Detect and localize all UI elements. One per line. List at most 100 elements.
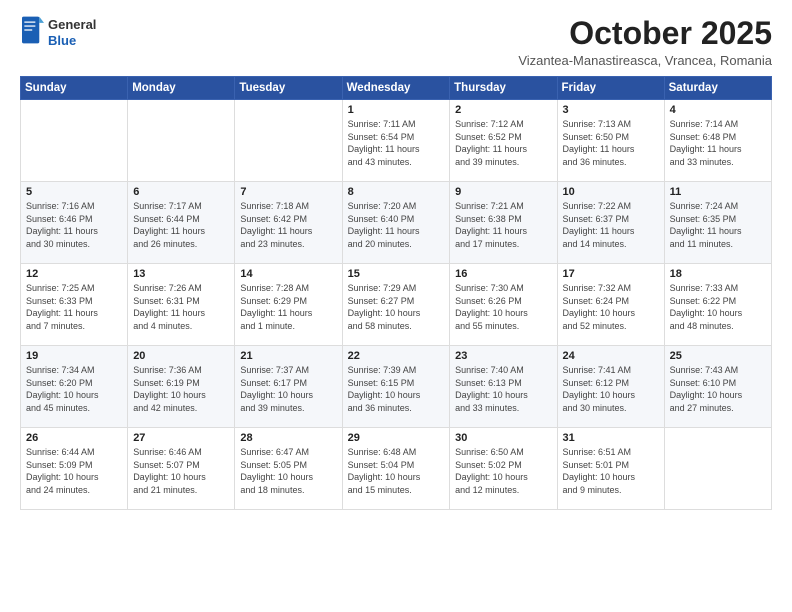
day-info: Sunrise: 6:48 AM Sunset: 5:04 PM Dayligh… xyxy=(348,446,445,496)
day-number: 14 xyxy=(240,268,336,280)
col-monday: Monday xyxy=(128,77,235,100)
calendar-cell: 26Sunrise: 6:44 AM Sunset: 5:09 PM Dayli… xyxy=(21,428,128,510)
calendar-cell: 6 Sunrise: 7:17 AM Sunset: 6:44 PM Daylig… xyxy=(128,182,235,264)
col-sunday: Sunday xyxy=(21,77,128,100)
day-number: 6 xyxy=(133,186,229,198)
calendar-cell: 16 Sunrise: 7:30 AM Sunset: 6:26 PM Dayli… xyxy=(450,264,557,346)
day-info: Sunrise: 7:12 AM Sunset: 6:52 PM Dayligh… xyxy=(455,118,551,168)
calendar-cell: 28 Sunrise: 6:47 AM Sunset: 5:05 PM Dayli… xyxy=(235,428,342,510)
day-info: Sunrise: 7:17 AM Sunset: 6:44 PM Dayligh… xyxy=(133,200,229,250)
day-info: Sunrise: 7:36 AM Sunset: 6:19 PM Dayligh… xyxy=(133,364,229,414)
col-wednesday: Wednesday xyxy=(342,77,450,100)
day-number: 7 xyxy=(240,186,336,198)
calendar-cell: 17 Sunrise: 7:32 AM Sunset: 6:24 PM Dayli… xyxy=(557,264,664,346)
calendar-cell: 1 Sunrise: 7:11 AM Sunset: 6:54 PM Daylig… xyxy=(342,100,450,182)
day-info: Sunrise: 6:47 AM Sunset: 5:05 PM Dayligh… xyxy=(240,446,336,496)
calendar-cell: 10 Sunrise: 7:22 AM Sunset: 6:37 PM Dayli… xyxy=(557,182,664,264)
logo-general-text: General xyxy=(48,17,96,32)
week-row-3: 12 Sunrise: 7:25 AM Sunset: 6:33 PM Dayli… xyxy=(21,264,772,346)
calendar-cell: 5 Sunrise: 7:16 AM Sunset: 6:46 PM Daylig… xyxy=(21,182,128,264)
col-tuesday: Tuesday xyxy=(235,77,342,100)
day-info: Sunrise: 6:50 AM Sunset: 5:02 PM Dayligh… xyxy=(455,446,551,496)
calendar-cell: 2 Sunrise: 7:12 AM Sunset: 6:52 PM Daylig… xyxy=(450,100,557,182)
header: General Blue October 2025 Vizantea-Manas… xyxy=(20,16,772,68)
day-info: Sunrise: 7:22 AM Sunset: 6:37 PM Dayligh… xyxy=(563,200,659,250)
calendar-cell: 29 Sunrise: 6:48 AM Sunset: 5:04 PM Dayli… xyxy=(342,428,450,510)
week-row-1: 1 Sunrise: 7:11 AM Sunset: 6:54 PM Daylig… xyxy=(21,100,772,182)
day-number: 19 xyxy=(26,350,122,362)
calendar-cell: 31 Sunrise: 6:51 AM Sunset: 5:01 PM Dayli… xyxy=(557,428,664,510)
calendar-cell xyxy=(21,100,128,182)
logo-icon xyxy=(22,16,44,44)
day-number: 13 xyxy=(133,268,229,280)
day-number: 2 xyxy=(455,104,551,116)
day-number: 17 xyxy=(563,268,659,280)
day-number: 9 xyxy=(455,186,551,198)
day-number: 11 xyxy=(670,186,766,198)
calendar-cell: 4Sunrise: 7:14 AM Sunset: 6:48 PM Daylig… xyxy=(664,100,771,182)
calendar-cell: 21 Sunrise: 7:37 AM Sunset: 6:17 PM Dayli… xyxy=(235,346,342,428)
day-number: 30 xyxy=(455,432,551,444)
logo: General Blue xyxy=(20,16,96,49)
calendar-cell: 15Sunrise: 7:29 AM Sunset: 6:27 PM Dayli… xyxy=(342,264,450,346)
day-number: 23 xyxy=(455,350,551,362)
day-number: 31 xyxy=(563,432,659,444)
calendar-cell: 19 Sunrise: 7:34 AM Sunset: 6:20 PM Dayli… xyxy=(21,346,128,428)
calendar-cell: 9Sunrise: 7:21 AM Sunset: 6:38 PM Daylig… xyxy=(450,182,557,264)
calendar-cell: 22 Sunrise: 7:39 AM Sunset: 6:15 PM Dayli… xyxy=(342,346,450,428)
col-thursday: Thursday xyxy=(450,77,557,100)
location-subtitle: Vizantea-Manastireasca, Vrancea, Romania xyxy=(518,53,772,68)
day-info: Sunrise: 7:24 AM Sunset: 6:35 PM Dayligh… xyxy=(670,200,766,250)
week-row-2: 5 Sunrise: 7:16 AM Sunset: 6:46 PM Daylig… xyxy=(21,182,772,264)
calendar-cell: 20 Sunrise: 7:36 AM Sunset: 6:19 PM Dayli… xyxy=(128,346,235,428)
day-info: Sunrise: 7:14 AM Sunset: 6:48 PM Dayligh… xyxy=(670,118,766,168)
calendar-cell xyxy=(664,428,771,510)
day-number: 20 xyxy=(133,350,229,362)
calendar-cell: 23Sunrise: 7:40 AM Sunset: 6:13 PM Dayli… xyxy=(450,346,557,428)
day-info: Sunrise: 7:30 AM Sunset: 6:26 PM Dayligh… xyxy=(455,282,551,332)
logo-blue-text: Blue xyxy=(48,33,76,48)
calendar-cell: 14 Sunrise: 7:28 AM Sunset: 6:29 PM Dayli… xyxy=(235,264,342,346)
month-title: October 2025 xyxy=(518,16,772,51)
day-info: Sunrise: 6:44 AM Sunset: 5:09 PM Dayligh… xyxy=(26,446,122,496)
calendar-cell: 11 Sunrise: 7:24 AM Sunset: 6:35 PM Dayli… xyxy=(664,182,771,264)
day-number: 29 xyxy=(348,432,445,444)
week-row-4: 19 Sunrise: 7:34 AM Sunset: 6:20 PM Dayli… xyxy=(21,346,772,428)
day-number: 18 xyxy=(670,268,766,280)
day-number: 22 xyxy=(348,350,445,362)
calendar-cell: 13Sunrise: 7:26 AM Sunset: 6:31 PM Dayli… xyxy=(128,264,235,346)
calendar-cell xyxy=(235,100,342,182)
day-number: 21 xyxy=(240,350,336,362)
week-row-5: 26Sunrise: 6:44 AM Sunset: 5:09 PM Dayli… xyxy=(21,428,772,510)
day-info: Sunrise: 7:28 AM Sunset: 6:29 PM Dayligh… xyxy=(240,282,336,332)
day-number: 1 xyxy=(348,104,445,116)
day-info: Sunrise: 7:41 AM Sunset: 6:12 PM Dayligh… xyxy=(563,364,659,414)
day-number: 12 xyxy=(26,268,122,280)
calendar-cell xyxy=(128,100,235,182)
day-info: Sunrise: 7:34 AM Sunset: 6:20 PM Dayligh… xyxy=(26,364,122,414)
day-info: Sunrise: 7:25 AM Sunset: 6:33 PM Dayligh… xyxy=(26,282,122,332)
day-number: 10 xyxy=(563,186,659,198)
col-saturday: Saturday xyxy=(664,77,771,100)
calendar-cell: 24 Sunrise: 7:41 AM Sunset: 6:12 PM Dayli… xyxy=(557,346,664,428)
calendar-table: Sunday Monday Tuesday Wednesday Thursday… xyxy=(20,76,772,510)
calendar-header-row: Sunday Monday Tuesday Wednesday Thursday… xyxy=(21,77,772,100)
calendar-cell: 7Sunrise: 7:18 AM Sunset: 6:42 PM Daylig… xyxy=(235,182,342,264)
day-info: Sunrise: 7:37 AM Sunset: 6:17 PM Dayligh… xyxy=(240,364,336,414)
day-info: Sunrise: 6:51 AM Sunset: 5:01 PM Dayligh… xyxy=(563,446,659,496)
day-info: Sunrise: 7:11 AM Sunset: 6:54 PM Dayligh… xyxy=(348,118,445,168)
day-number: 24 xyxy=(563,350,659,362)
col-friday: Friday xyxy=(557,77,664,100)
day-number: 16 xyxy=(455,268,551,280)
calendar-cell: 30 Sunrise: 6:50 AM Sunset: 5:02 PM Dayli… xyxy=(450,428,557,510)
day-info: Sunrise: 7:32 AM Sunset: 6:24 PM Dayligh… xyxy=(563,282,659,332)
day-number: 28 xyxy=(240,432,336,444)
day-info: Sunrise: 7:20 AM Sunset: 6:40 PM Dayligh… xyxy=(348,200,445,250)
day-info: Sunrise: 7:16 AM Sunset: 6:46 PM Dayligh… xyxy=(26,200,122,250)
calendar-page: General Blue October 2025 Vizantea-Manas… xyxy=(0,0,792,612)
day-number: 15 xyxy=(348,268,445,280)
day-number: 5 xyxy=(26,186,122,198)
day-info: Sunrise: 7:39 AM Sunset: 6:15 PM Dayligh… xyxy=(348,364,445,414)
calendar-cell: 12 Sunrise: 7:25 AM Sunset: 6:33 PM Dayli… xyxy=(21,264,128,346)
calendar-cell: 8Sunrise: 7:20 AM Sunset: 6:40 PM Daylig… xyxy=(342,182,450,264)
